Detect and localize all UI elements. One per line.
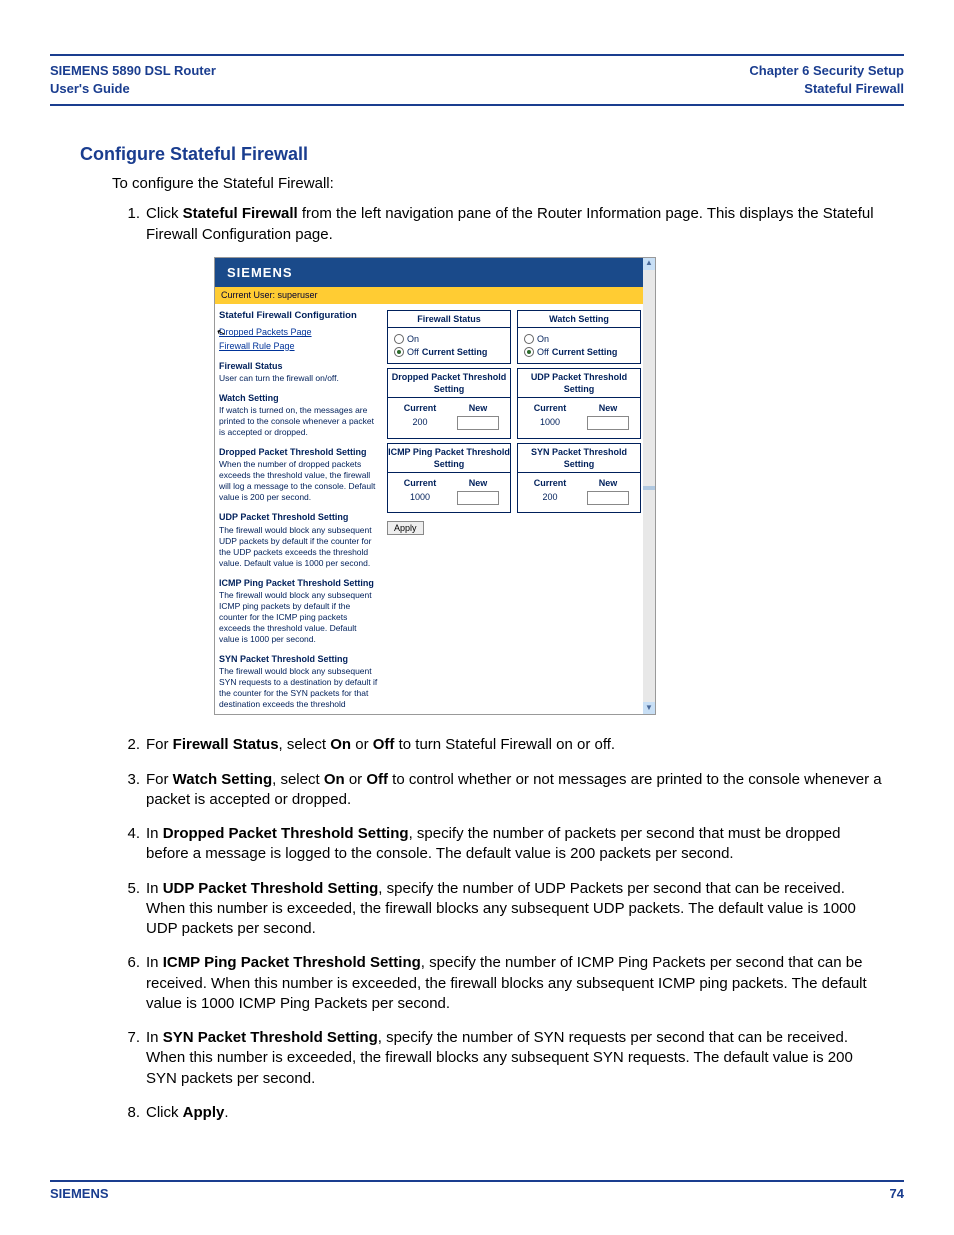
drop-current: 200: [394, 416, 446, 428]
side-h-syn: SYN Packet Threshold Setting: [219, 653, 379, 665]
radio-fw-on[interactable]: [394, 334, 404, 344]
side-t-syn: The firewall would block any subsequent …: [219, 666, 379, 710]
step-7: In SYN Packet Threshold Setting, specify…: [112, 1028, 884, 1089]
step-1: Click Stateful Firewall from the left na…: [112, 204, 884, 715]
step-2: For Firewall Status, select On or Off to…: [112, 735, 884, 755]
scroll-up-icon[interactable]: ▲: [643, 258, 655, 270]
udp-new-input[interactable]: [587, 416, 629, 430]
step-8: Click Apply.: [112, 1103, 884, 1123]
syn-current: 200: [524, 491, 576, 503]
side-t-firewall: User can turn the firewall on/off.: [219, 373, 379, 384]
config-area: Firewall Status On Off Current Setting W…: [385, 304, 655, 715]
drop-new-input[interactable]: [457, 416, 499, 430]
current-user: Current User: superuser: [215, 287, 655, 303]
page-header: SIEMENS 5890 DSL Router User's Guide Cha…: [50, 62, 904, 98]
screenshot-stateful-firewall: ▲ ▼ SIEMENS Current User: superuser ↖ St…: [214, 257, 656, 716]
radio-watch-off[interactable]: [524, 347, 534, 357]
panel-icmp-threshold: ICMP Ping Packet Threshold Setting Curre…: [387, 443, 511, 514]
panel-udp-threshold: UDP Packet Threshold Setting Current1000…: [517, 368, 641, 439]
side-h-firewall: Firewall Status: [219, 360, 379, 372]
side-t-drop: When the number of dropped packets excee…: [219, 459, 379, 503]
section-title: Configure Stateful Firewall: [80, 144, 904, 165]
intro-text: To configure the Stateful Firewall:: [112, 175, 904, 192]
footer-page: 74: [890, 1186, 904, 1201]
page-footer: SIEMENS 74: [50, 1180, 904, 1201]
syn-new-input[interactable]: [587, 491, 629, 505]
side-h-udp: UDP Packet Threshold Setting: [219, 511, 379, 523]
radio-fw-off[interactable]: [394, 347, 404, 357]
side-h-watch: Watch Setting: [219, 392, 379, 404]
step-5: In UDP Packet Threshold Setting, specify…: [112, 879, 884, 940]
side-h-drop: Dropped Packet Threshold Setting: [219, 446, 379, 458]
brand-logo: SIEMENS: [215, 258, 655, 288]
step-6: In ICMP Ping Packet Threshold Setting, s…: [112, 953, 884, 1014]
scrollbar[interactable]: ▲ ▼: [643, 258, 655, 715]
side-title: Stateful Firewall Configuration: [219, 310, 379, 323]
header-right-line1: Chapter 6 Security Setup: [749, 62, 904, 80]
icmp-current: 1000: [394, 491, 446, 503]
radio-watch-on[interactable]: [524, 334, 534, 344]
side-pane: ↖ Stateful Firewall Configuration Droppe…: [215, 304, 385, 715]
side-h-icmp: ICMP Ping Packet Threshold Setting: [219, 577, 379, 589]
link-dropped-packets[interactable]: Dropped Packets Page: [219, 326, 379, 338]
step-4: In Dropped Packet Threshold Setting, spe…: [112, 824, 884, 865]
header-right-line2: Stateful Firewall: [749, 80, 904, 98]
side-t-icmp: The firewall would block any subsequent …: [219, 590, 379, 645]
icmp-new-input[interactable]: [457, 491, 499, 505]
panel-syn-threshold: SYN Packet Threshold Setting Current200 …: [517, 443, 641, 514]
udp-current: 1000: [524, 416, 576, 428]
header-left-line1: SIEMENS 5890 DSL Router: [50, 62, 216, 80]
panel-dropped-threshold: Dropped Packet Threshold Setting Current…: [387, 368, 511, 439]
side-t-udp: The firewall would block any subsequent …: [219, 525, 379, 569]
footer-brand: SIEMENS: [50, 1186, 109, 1201]
link-firewall-rule[interactable]: Firewall Rule Page: [219, 340, 379, 352]
header-left-line2: User's Guide: [50, 80, 216, 98]
panel-firewall-status: Firewall Status On Off Current Setting: [387, 310, 511, 364]
step-3: For Watch Setting, select On or Off to c…: [112, 770, 884, 811]
apply-button[interactable]: Apply: [387, 521, 424, 535]
scroll-down-icon[interactable]: ▼: [643, 702, 655, 714]
panel-watch-setting: Watch Setting On Off Current Setting: [517, 310, 641, 364]
side-t-watch: If watch is turned on, the messages are …: [219, 405, 379, 438]
